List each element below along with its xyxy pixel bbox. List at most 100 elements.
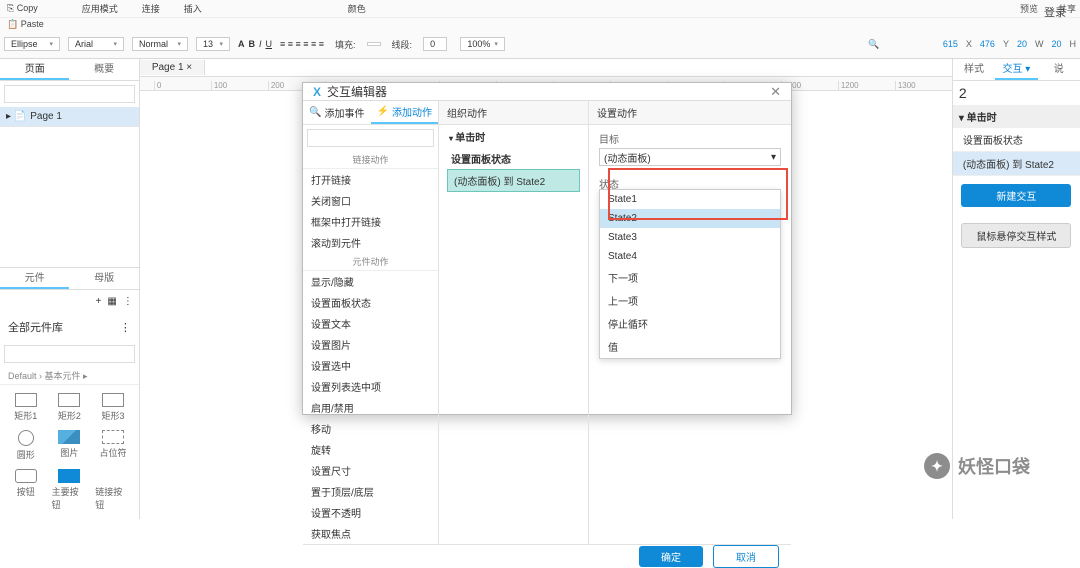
widget-circle[interactable]: 圆形 bbox=[8, 430, 44, 461]
lib-subgroup[interactable]: Default › 基本元件 ▸ bbox=[0, 367, 139, 385]
group-label-2: 连接 bbox=[139, 1, 163, 16]
align-btns[interactable]: ≡ ≡ ≡ ≡ ≡ ≡ bbox=[280, 39, 324, 49]
widget-rect1[interactable]: 矩形1 bbox=[8, 393, 44, 422]
group-label-1: 应用模式 bbox=[79, 1, 121, 16]
action-set-image[interactable]: 设置图片 bbox=[303, 334, 438, 355]
state-dropdown: State1 State2 State3 State4 下一项 上一项 停止循环… bbox=[599, 189, 781, 359]
new-interaction-button[interactable]: 新建交互 bbox=[961, 184, 1071, 207]
organize-event[interactable]: 单击时 bbox=[439, 125, 588, 148]
action-picker-col: 🔍 添加事件 ⚡ 添加动作 链接动作 打开链接 关闭窗口 框架中打开链接 滚动到… bbox=[303, 101, 439, 544]
paste-cmd[interactable]: 📋 Paste bbox=[4, 18, 47, 31]
dims-readout: 615X 476Y 20W 20H bbox=[943, 39, 1076, 49]
widget-rect2[interactable]: 矩形2 bbox=[52, 393, 88, 422]
line-label: 线段: bbox=[389, 37, 416, 52]
config-col: 设置动作 目标 (动态面板)▾ 状态 State2▾ State1 State2… bbox=[589, 101, 791, 544]
widget-primary-button[interactable]: 主要按钮 bbox=[52, 469, 88, 511]
action-show-hide[interactable]: 显示/隐藏 bbox=[303, 271, 438, 292]
size-select[interactable]: 13 bbox=[196, 37, 230, 51]
interaction-event-head[interactable]: ▾ 单击时 bbox=[953, 105, 1080, 128]
lib-toolbar[interactable]: +▦⋮ bbox=[0, 290, 139, 313]
widget-search[interactable] bbox=[4, 345, 135, 363]
page-item[interactable]: ▸ 📄 Page 1 bbox=[0, 107, 139, 127]
tab-interaction[interactable]: 交互 ▾ bbox=[995, 59, 1037, 80]
state-option[interactable]: State2 bbox=[600, 209, 780, 228]
state-option[interactable]: 停止循环 bbox=[600, 312, 780, 335]
tab-masters[interactable]: 母版 bbox=[69, 268, 138, 289]
interaction-editor-dialog: X交互编辑器 ✕ 🔍 添加事件 ⚡ 添加动作 链接动作 打开链接 关闭窗口 框架… bbox=[302, 82, 792, 415]
tab-notes[interactable]: 说 bbox=[1038, 59, 1080, 80]
widget-link-button[interactable]: 链接按钮 bbox=[95, 469, 131, 511]
action-set-panel-state[interactable]: 设置面板状态 bbox=[303, 292, 438, 313]
ok-button[interactable]: 确定 bbox=[639, 546, 703, 567]
font-select[interactable]: Arial bbox=[68, 37, 124, 51]
lib-title[interactable]: 全部元件库⋮ bbox=[0, 313, 139, 341]
action-focus[interactable]: 获取焦点 bbox=[303, 523, 438, 544]
state-option[interactable]: 下一项 bbox=[600, 266, 780, 289]
fill-label: 填充: bbox=[332, 37, 359, 52]
action-set-text[interactable]: 设置文本 bbox=[303, 313, 438, 334]
action-search[interactable] bbox=[307, 129, 434, 147]
widget-placeholder[interactable]: 占位符 bbox=[95, 430, 131, 461]
target-select[interactable]: (动态面板)▾ bbox=[599, 148, 781, 166]
chevron-down-icon: ▾ bbox=[771, 152, 776, 163]
action-set-selected[interactable]: 设置选中 bbox=[303, 355, 438, 376]
state-option[interactable]: 值 bbox=[600, 335, 780, 358]
shape-select[interactable]: Ellipse bbox=[4, 37, 60, 51]
interaction-case[interactable]: (动态面板) 到 State2 bbox=[953, 152, 1080, 176]
widget-rect3[interactable]: 矩形3 bbox=[95, 393, 131, 422]
group-label-3: 插入 bbox=[181, 1, 205, 16]
widget-grid: 矩形1 矩形2 矩形3 圆形 图片 占位符 按钮 主要按钮 链接按钮 bbox=[0, 385, 139, 519]
tab-widgets[interactable]: 元件 bbox=[0, 268, 69, 289]
action-rotate[interactable]: 旋转 bbox=[303, 439, 438, 460]
action-set-size[interactable]: 设置尺寸 bbox=[303, 460, 438, 481]
target-label: 目标 bbox=[599, 131, 781, 146]
cancel-button[interactable]: 取消 bbox=[713, 545, 779, 568]
action-group-link: 链接动作 bbox=[303, 151, 438, 169]
zoom-select[interactable]: 100% bbox=[460, 37, 505, 51]
state-option[interactable]: State1 bbox=[600, 190, 780, 209]
fill-swatch[interactable] bbox=[367, 42, 381, 46]
ribbon-row2: Ellipse Arial Normal 13 A B I U ≡ ≡ ≡ ≡ … bbox=[0, 30, 1080, 59]
page-search[interactable] bbox=[4, 85, 135, 103]
action-open-link[interactable]: 打开链接 bbox=[303, 169, 438, 190]
state-option[interactable]: 上一项 bbox=[600, 289, 780, 312]
add-event-tab[interactable]: 🔍 添加事件 bbox=[303, 101, 371, 124]
state-option[interactable]: State3 bbox=[600, 228, 780, 247]
interaction-action[interactable]: 设置面板状态 bbox=[953, 128, 1080, 152]
hover-style-button[interactable]: 鼠标悬停交互样式 bbox=[961, 223, 1071, 248]
canvas-tab[interactable]: Page 1 × bbox=[140, 60, 205, 75]
right-panel: 样式 交互 ▾ 说 2 ▾ 单击时 设置面板状态 (动态面板) 到 State2… bbox=[952, 59, 1080, 519]
app-x-icon: X bbox=[313, 85, 321, 99]
login-link[interactable]: 登录 bbox=[1044, 4, 1066, 20]
config-head: 设置动作 bbox=[589, 101, 791, 125]
action-enable-disable[interactable]: 启用/禁用 bbox=[303, 397, 438, 418]
organize-col: 组织动作 单击时 设置面板状态 (动态面板) 到 State2 bbox=[439, 101, 589, 544]
widget-image[interactable]: 图片 bbox=[52, 430, 88, 461]
state-option[interactable]: State4 bbox=[600, 247, 780, 266]
close-icon[interactable]: ✕ bbox=[770, 84, 781, 100]
widget-button[interactable]: 按钮 bbox=[8, 469, 44, 511]
tab-outline[interactable]: 概要 bbox=[69, 59, 138, 80]
tab-style[interactable]: 样式 bbox=[953, 59, 995, 80]
line-value[interactable]: 0 bbox=[423, 37, 447, 51]
organize-case[interactable]: (动态面板) 到 State2 bbox=[447, 169, 580, 192]
organize-action[interactable]: 设置面板状态 bbox=[439, 148, 588, 169]
left-sidebar: 页面 概要 ▸ 📄 Page 1 元件 母版 +▦⋮ 全部元件库⋮ Defaul… bbox=[0, 59, 140, 519]
font-btns[interactable]: A B I U bbox=[238, 39, 272, 49]
action-move[interactable]: 移动 bbox=[303, 418, 438, 439]
copy-cmd[interactable]: ⎘ Copy bbox=[4, 2, 41, 15]
action-set-opacity[interactable]: 设置不透明 bbox=[303, 502, 438, 523]
interaction-count: 2 bbox=[953, 81, 1080, 105]
action-bring-front[interactable]: 置于顶层/底层 bbox=[303, 481, 438, 502]
preview-label[interactable]: 预览 bbox=[1020, 2, 1038, 15]
action-group-widget: 元件动作 bbox=[303, 253, 438, 271]
style-select[interactable]: Normal bbox=[132, 37, 188, 51]
tab-pages[interactable]: 页面 bbox=[0, 59, 69, 80]
zoom-glass-icon[interactable]: 🔍 bbox=[865, 38, 882, 51]
action-scroll-to[interactable]: 滚动到元件 bbox=[303, 232, 438, 253]
action-set-list-selected[interactable]: 设置列表选中项 bbox=[303, 376, 438, 397]
add-action-tab[interactable]: ⚡ 添加动作 bbox=[371, 101, 439, 124]
action-open-in-frame[interactable]: 框架中打开链接 bbox=[303, 211, 438, 232]
group-label-color: 颜色 bbox=[345, 1, 369, 16]
action-close-window[interactable]: 关闭窗口 bbox=[303, 190, 438, 211]
